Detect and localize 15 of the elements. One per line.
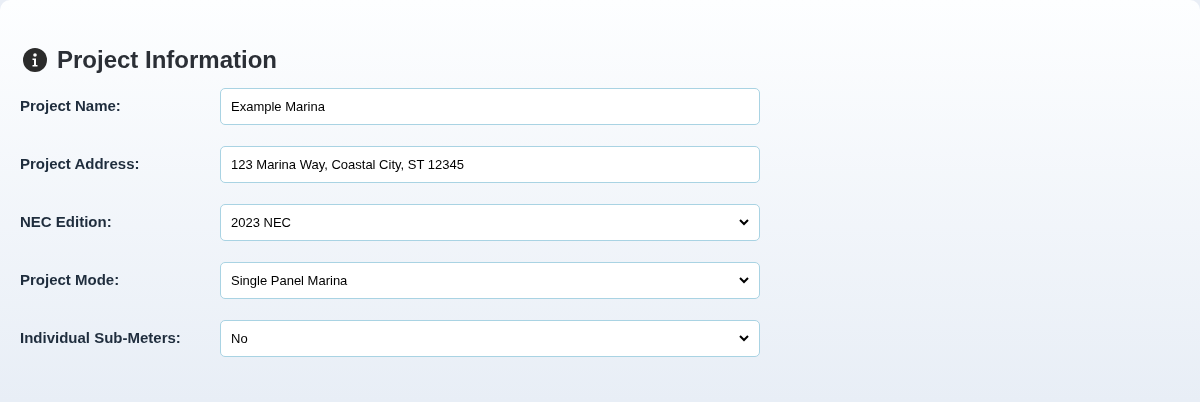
field-label: Project Name:	[20, 96, 122, 117]
info-icon	[23, 48, 47, 72]
field-label: NEC Edition:	[20, 212, 113, 233]
select-field[interactable]: Single Panel Marina	[220, 262, 760, 299]
chevron-icon	[739, 335, 749, 342]
chevron-icon	[739, 219, 749, 226]
section-title: Project Information	[57, 45, 278, 75]
field-label: Individual Sub-Meters:	[20, 328, 182, 349]
chevron-icon	[739, 277, 749, 284]
select-field[interactable]: 2023 NEC	[220, 204, 760, 241]
text-field[interactable]: Example Marina	[220, 88, 760, 125]
field-label: Project Mode:	[20, 270, 121, 291]
field-label: Project Address:	[20, 154, 141, 175]
text-field[interactable]: 123 Marina Way, Coastal City, ST 12345	[220, 146, 760, 183]
select-field[interactable]: No	[220, 320, 760, 357]
